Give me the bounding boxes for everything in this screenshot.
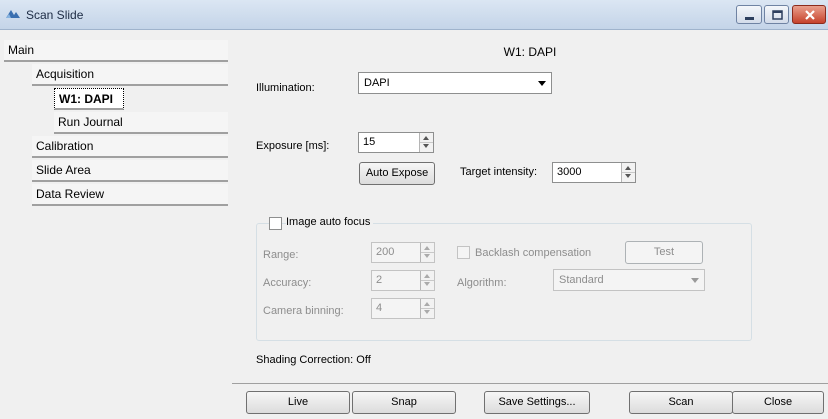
down-arrow-icon: [625, 174, 631, 178]
settings-panel: W1: DAPI Illumination: DAPI Exposure [ms…: [232, 38, 828, 383]
up-arrow-icon: [424, 274, 430, 278]
up-arrow-icon: [423, 136, 429, 140]
shading-correction-status: Shading Correction: Off: [256, 354, 371, 366]
algorithm-value: Standard: [559, 274, 604, 286]
illumination-select[interactable]: DAPI: [358, 72, 552, 94]
exposure-input[interactable]: 15: [358, 132, 434, 153]
range-value: 200: [376, 246, 395, 258]
accuracy-label: Accuracy:: [263, 277, 312, 289]
auto-expose-button[interactable]: Auto Expose: [359, 162, 435, 185]
panel-title: W1: DAPI: [503, 45, 557, 59]
action-bar: Live Snap Save Settings... Scan Close: [232, 383, 828, 419]
title-bar[interactable]: Scan Slide: [0, 0, 828, 30]
minimize-icon: [745, 17, 754, 20]
camera-binning-label: Camera binning:: [263, 305, 344, 317]
down-arrow-icon: [424, 254, 430, 258]
sidebar-item-acquisition[interactable]: Acquisition: [32, 64, 228, 86]
maximize-icon: [772, 10, 783, 20]
algorithm-select[interactable]: Standard: [553, 269, 705, 291]
test-button[interactable]: Test: [625, 241, 703, 264]
sidebar-item-w1-dapi[interactable]: W1: DAPI: [54, 88, 124, 110]
close-icon: [805, 10, 815, 20]
accuracy-input[interactable]: 2: [371, 270, 435, 291]
chevron-down-icon: [538, 81, 546, 86]
window-title: Scan Slide: [26, 8, 84, 22]
save-settings-button[interactable]: Save Settings...: [484, 391, 590, 414]
maximize-button[interactable]: [764, 5, 789, 24]
scan-button[interactable]: Scan: [629, 391, 733, 414]
illumination-label: Illumination:: [256, 82, 315, 94]
chevron-down-icon: [691, 278, 699, 283]
sidebar-item-label: Calibration: [36, 139, 94, 153]
sidebar-item-label: Acquisition: [36, 67, 95, 81]
algorithm-label: Algorithm:: [457, 277, 507, 289]
sidebar-item-slide-area[interactable]: Slide Area: [32, 160, 228, 182]
exposure-value: 15: [363, 136, 376, 148]
target-intensity-label: Target intensity:: [460, 166, 538, 178]
scan-slide-app-icon: [6, 10, 20, 18]
illumination-value: DAPI: [364, 77, 390, 89]
sidebar-item-label: Slide Area: [36, 163, 91, 177]
live-button[interactable]: Live: [246, 391, 350, 414]
range-label: Range:: [263, 249, 299, 261]
accuracy-stepper[interactable]: [420, 271, 434, 290]
exposure-label: Exposure [ms]:: [256, 140, 330, 152]
target-intensity-value: 3000: [557, 166, 582, 178]
backlash-compensation-label: Backlash compensation: [475, 247, 592, 259]
down-arrow-icon: [424, 282, 430, 286]
image-auto-focus-checkbox[interactable]: [269, 217, 282, 230]
target-intensity-stepper[interactable]: [621, 163, 635, 182]
sidebar-nav: Main Acquisition W1: DAPI Run Journal Ca…: [0, 38, 232, 419]
range-input[interactable]: 200: [371, 242, 435, 263]
accuracy-value: 2: [376, 274, 383, 286]
close-button[interactable]: Close: [732, 391, 824, 414]
close-window-button[interactable]: [792, 5, 826, 24]
image-auto-focus-label: Image auto focus: [286, 216, 374, 228]
auto-focus-group: Image auto focus Range: 200 Backlash com…: [256, 216, 752, 341]
sidebar-item-calibration[interactable]: Calibration: [32, 136, 228, 158]
sidebar-item-label: Main: [8, 43, 35, 57]
snap-button[interactable]: Snap: [352, 391, 456, 414]
minimize-button[interactable]: [736, 5, 762, 24]
backlash-compensation-checkbox[interactable]: [457, 246, 470, 259]
up-arrow-icon: [424, 246, 430, 250]
up-arrow-icon: [625, 166, 631, 170]
down-arrow-icon: [423, 144, 429, 148]
range-stepper[interactable]: [420, 243, 434, 262]
camera-binning-input[interactable]: 4: [371, 298, 435, 319]
down-arrow-icon: [424, 310, 430, 314]
sidebar-item-main[interactable]: Main: [4, 40, 228, 62]
sidebar-item-data-review[interactable]: Data Review: [32, 184, 228, 206]
camera-binning-stepper[interactable]: [420, 299, 434, 318]
sidebar-item-run-journal[interactable]: Run Journal: [54, 112, 228, 134]
sidebar-item-label: Data Review: [36, 187, 105, 201]
sidebar-item-label: W1: DAPI: [59, 92, 113, 106]
sidebar-item-label: Run Journal: [58, 115, 123, 129]
exposure-stepper[interactable]: [419, 133, 433, 152]
target-intensity-input[interactable]: 3000: [552, 162, 636, 183]
camera-binning-value: 4: [376, 302, 383, 314]
up-arrow-icon: [424, 302, 430, 306]
